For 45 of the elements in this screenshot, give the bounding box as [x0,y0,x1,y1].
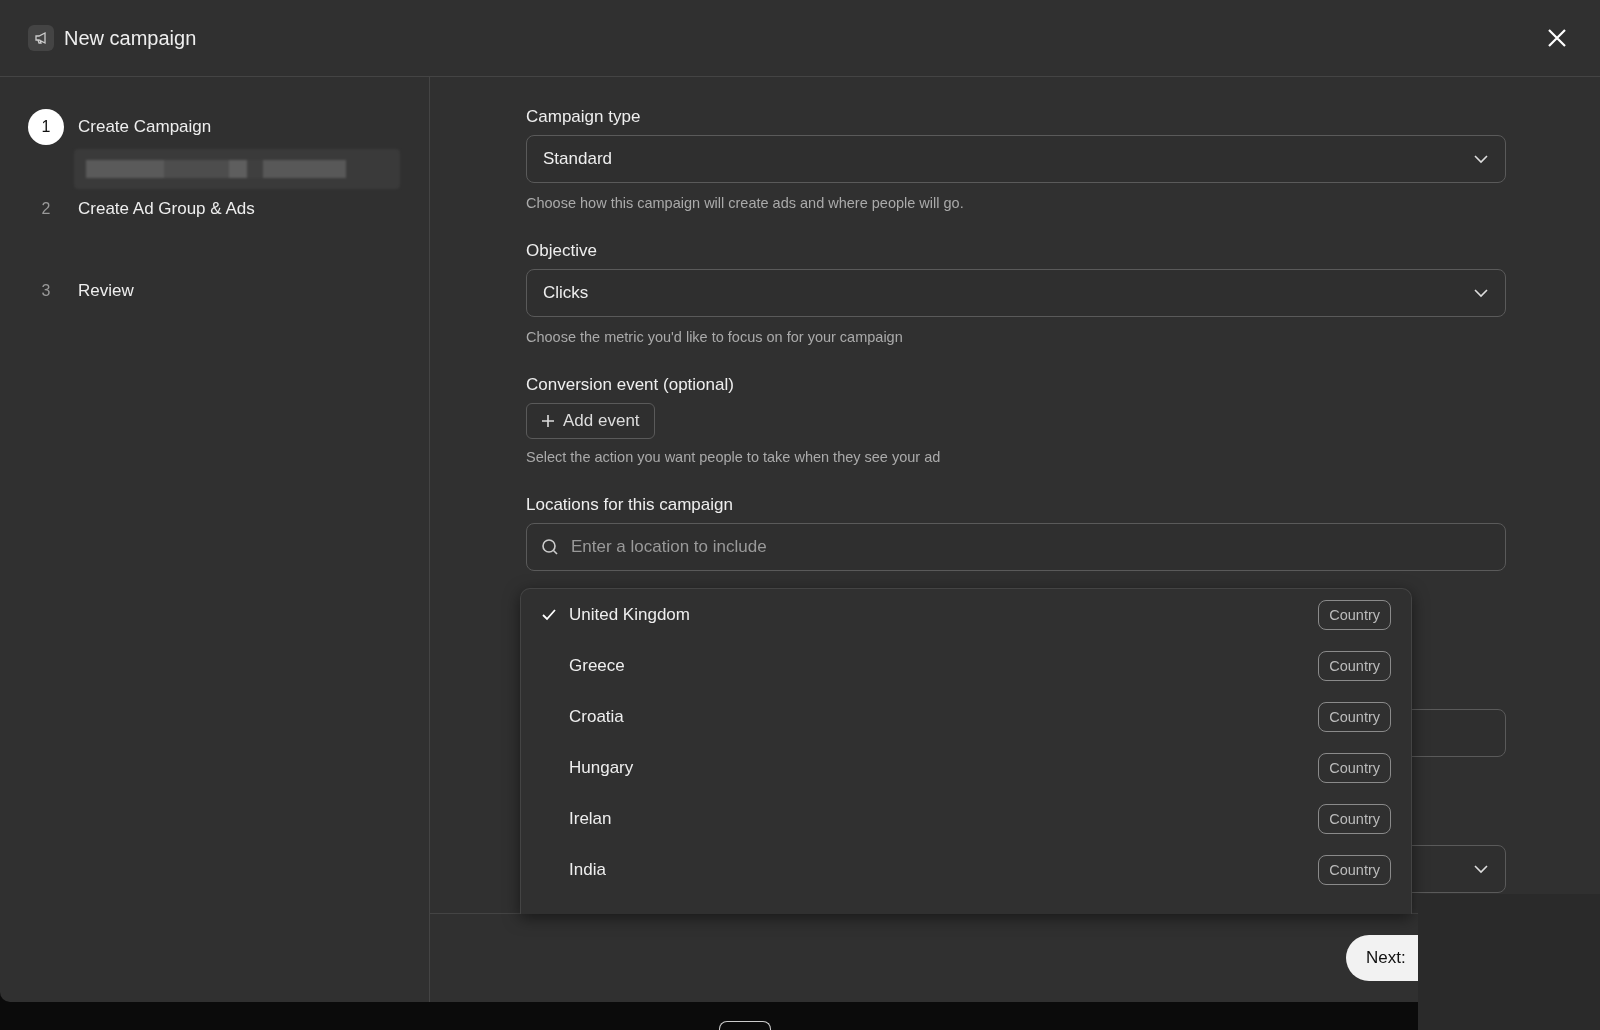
step-number: 1 [28,109,64,145]
add-event-button[interactable]: Add event [526,403,655,439]
location-option[interactable]: Irelan Country [521,793,1411,844]
location-option[interactable]: Croatia Country [521,691,1411,742]
help-text: Select the action you want people to take when they see your ad [526,449,942,465]
megaphone-icon [28,25,54,51]
country-tag: Country [1318,701,1391,732]
location-name: Greece [569,655,625,676]
select-field[interactable]: Standard [526,135,1506,183]
step-number: 3 [40,281,52,301]
dialog-title: New campaign [64,26,197,50]
location-name: Hungary [569,757,634,778]
location-option[interactable]: Greece Country [521,640,1411,691]
country-tag: Country [1318,854,1391,885]
handle-icon [719,1021,771,1030]
field-label: Conversion event (optional) [526,375,735,395]
plus-icon [541,414,555,428]
help-text: Choose how this campaign will create ads and where people will go. [526,195,965,211]
field-label: Objective [526,241,598,261]
country-tag: Country [1318,752,1391,783]
search-icon [541,538,559,556]
location-option[interactable]: India Country [521,844,1411,895]
country-tag: Country [1318,599,1391,630]
location-option[interactable]: Hungary Country [521,742,1411,793]
step-label[interactable]: Create Ad Group & Ads [78,199,255,219]
step-label[interactable]: Create Campaign [78,117,212,137]
chevron-down-icon [1473,864,1489,874]
field-label: Locations for this campaign [526,495,734,515]
location-name: India [569,859,606,880]
step-label[interactable]: Review [78,281,134,301]
location-input[interactable]: Enter a location to include [569,536,1491,558]
help-text: Choose the metric you'd like to focus on for your campaign [526,329,904,345]
chevron-down-icon [1473,288,1489,298]
location-name: Croatia [569,706,624,727]
search-field[interactable]: Enter a location to include [526,523,1506,571]
select-field[interactable]: Clicks [526,269,1506,317]
location-name: Irelan [569,808,612,829]
country-tag: Country [1318,650,1391,681]
location-name: United Kingdom [569,604,690,625]
field-label: Campaign type [526,107,642,127]
step-number: 2 [40,199,52,219]
chevron-down-icon [1473,154,1489,164]
next-button[interactable]: Next: [1346,935,1418,981]
location-option[interactable]: United Kingdom Country [521,589,1411,640]
country-tag: Country [1318,803,1391,834]
